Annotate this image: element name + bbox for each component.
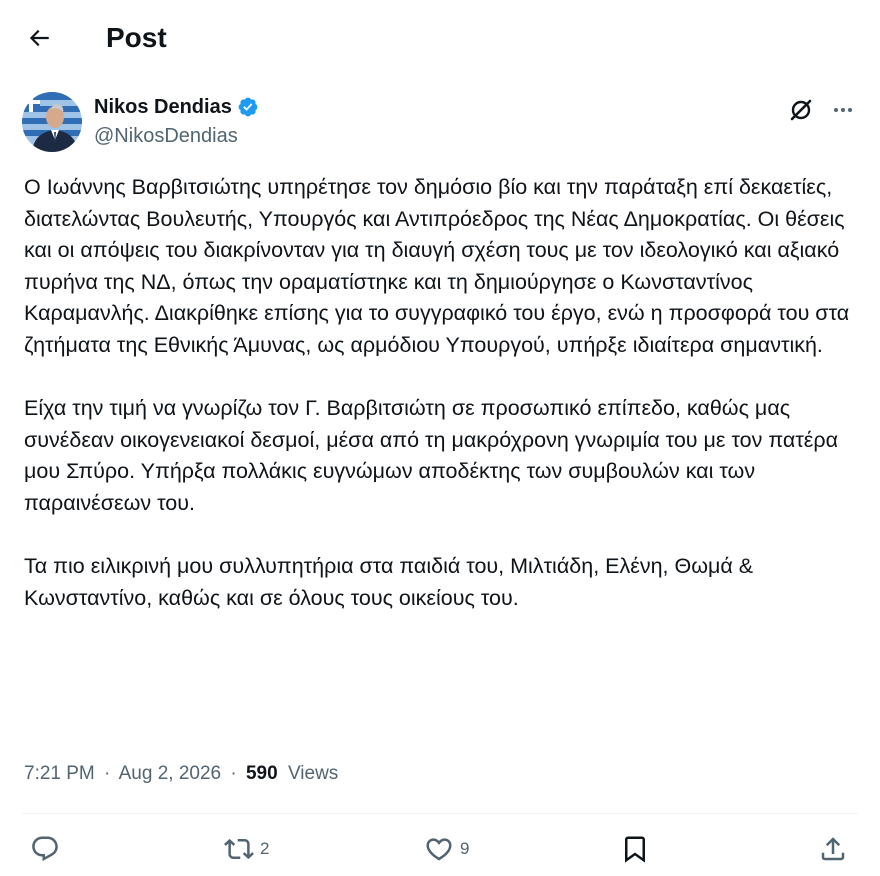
grok-icon[interactable] bbox=[786, 95, 816, 125]
arrow-left-icon bbox=[29, 29, 49, 47]
back-button[interactable] bbox=[22, 21, 56, 55]
author-name-line: Nikos Dendias bbox=[94, 94, 259, 120]
views-label: Views bbox=[287, 763, 339, 784]
author-name[interactable]: Nikos Dendias bbox=[94, 94, 232, 120]
bookmark-button[interactable] bbox=[620, 826, 650, 872]
views-count: 590 bbox=[245, 763, 278, 784]
page-title: Post bbox=[106, 22, 167, 53]
repost-icon bbox=[224, 838, 254, 860]
post-text: Ο Ιωάννης Βαρβιτσιώτης υπηρέτησε τον δημ… bbox=[24, 172, 864, 614]
avatar[interactable] bbox=[22, 92, 82, 152]
bookmark-icon bbox=[625, 836, 645, 863]
share-button[interactable] bbox=[818, 826, 848, 872]
verified-badge-icon bbox=[237, 96, 259, 118]
reply-icon bbox=[32, 836, 58, 862]
post-paragraph: Ο Ιωάννης Βαρβιτσιώτης υπηρέτησε τον δημ… bbox=[24, 175, 856, 357]
divider bbox=[22, 813, 858, 814]
reply-button[interactable] bbox=[30, 826, 60, 872]
post-paragraph: Τα πιο ειλικρινή μου συλλυπητήρια στα πα… bbox=[24, 554, 760, 610]
repost-button[interactable]: 2 bbox=[224, 826, 269, 872]
post-date[interactable]: Aug 2, 2026 bbox=[119, 763, 221, 784]
like-count: 9 bbox=[460, 839, 470, 858]
post-paragraph: Είχα την τιμή να γνωρίζω τον Γ. Βαρβιτσι… bbox=[24, 396, 845, 515]
heart-icon bbox=[426, 838, 452, 861]
meta-separator: · bbox=[230, 763, 237, 784]
meta-separator: · bbox=[104, 763, 111, 784]
top-bar: Post bbox=[0, 0, 880, 76]
author-handle[interactable]: @NikosDendias bbox=[94, 123, 238, 149]
action-bar: 2 9 bbox=[0, 826, 880, 872]
like-button[interactable]: 9 bbox=[424, 826, 469, 872]
post-time[interactable]: 7:21 PM bbox=[24, 763, 95, 784]
share-icon bbox=[821, 837, 845, 861]
author-row: Nikos Dendias @NikosDendias bbox=[22, 92, 862, 154]
more-options-icon[interactable] bbox=[826, 95, 860, 125]
repost-count: 2 bbox=[260, 839, 270, 858]
avatar-image bbox=[22, 92, 82, 152]
post-meta: 7:21 PM · Aug 2, 2026 · 590 Views bbox=[24, 760, 338, 788]
